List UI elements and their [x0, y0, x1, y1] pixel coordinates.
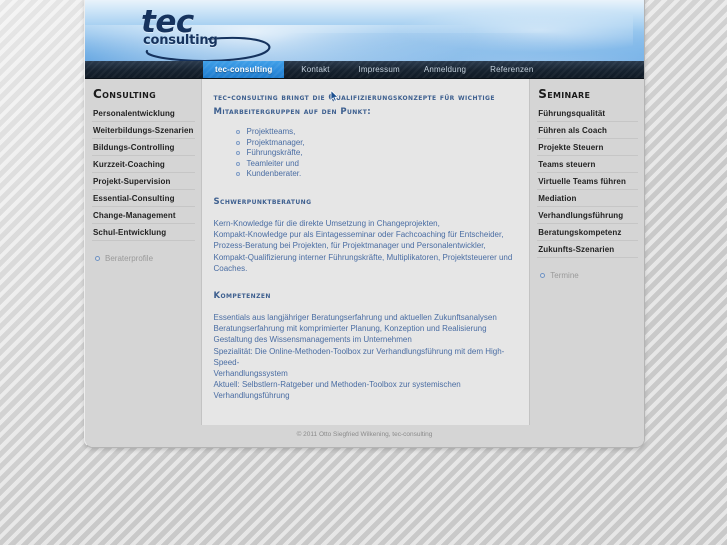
- nav-tab-impressum[interactable]: Impressum: [346, 61, 411, 78]
- paragraph-line: Aktuell: Selbstlern-Ratgeber und Methode…: [213, 380, 461, 390]
- sidebar-left-list: Personalentwicklung Weiterbildungs-Szena…: [92, 105, 195, 241]
- list-item: Projektmanager,: [235, 137, 518, 149]
- sidebar-item-change-management[interactable]: Change-Management: [92, 207, 195, 224]
- sidebar-item-personalentwicklung[interactable]: Personalentwicklung: [92, 105, 195, 122]
- circle-bullet-icon: [235, 172, 240, 177]
- site-container: tec consulting tec-consulting Kontakt Im…: [84, 0, 645, 448]
- mouse-cursor-icon: [330, 90, 339, 102]
- paragraph-line: Coaches.: [213, 263, 248, 273]
- list-item: Führungskräfte,: [235, 148, 518, 159]
- paragraph-line: Beratungserfahrung mit komprimierter Pla…: [213, 324, 487, 334]
- circle-bullet-icon: [235, 130, 240, 134]
- sidebar-left: Consulting Personalentwicklung Weiterbil…: [85, 79, 201, 425]
- sidebar-left-sublist: Beraterprofile: [92, 252, 195, 265]
- paragraph-line: Prozess-Beratung bei Projekten, für Proj…: [213, 241, 486, 251]
- target-groups-list: Projektteams, Projektmanager, Führungskr…: [235, 127, 518, 180]
- nav-tab-kontakt[interactable]: Kontakt: [284, 61, 346, 78]
- copyright-text: © 2011 Otto Siegfried Wilkening, tec-con…: [296, 431, 433, 438]
- sidebar-item-verhandlungsfuehrung[interactable]: Verhandlungsführung: [537, 207, 638, 224]
- list-item: Projektteams,: [235, 127, 518, 138]
- paragraph-line: Gestaltung des Wissensmanagements im Unt…: [213, 335, 412, 345]
- intro-heading-line-2: Mitarbeitergruppen auf den Punkt:: [213, 107, 372, 117]
- paragraph-line: Spezialität: Die Online-Methoden-Toolbox…: [213, 346, 505, 367]
- content-columns: Consulting Personalentwicklung Weiterbil…: [85, 79, 644, 425]
- paragraph-line: Kern-Knowledge für die direkte Umsetzung…: [213, 218, 440, 228]
- sidebar-right-sublist: Termine: [537, 269, 638, 282]
- sidebar-item-weiterbildungs-szenarien[interactable]: Weiterbildungs-Szenarien: [92, 122, 195, 139]
- sidebar-item-schul-entwicklung[interactable]: Schul-Entwicklung: [92, 224, 195, 241]
- sidebar-item-virtuelle-teams-fuehren[interactable]: Virtuelle Teams führen: [537, 173, 638, 190]
- sidebar-item-kurzzeit-coaching[interactable]: Kurzzeit-Coaching: [92, 156, 195, 173]
- list-item-label: Projektmanager,: [246, 137, 305, 147]
- paragraph-line: Essentials aus langjähriger Beratungserf…: [213, 312, 497, 322]
- sidebar-right-title: Seminare: [538, 87, 591, 101]
- site-footer: © 2011 Otto Siegfried Wilkening, tec-con…: [85, 425, 644, 447]
- logo-text-secondary: consulting: [143, 33, 218, 48]
- sidebar-item-fuehrungsqualitaet[interactable]: Führungsqualität: [537, 105, 638, 122]
- sidebar-item-beratungskompetenz[interactable]: Beratungskompetenz: [537, 224, 638, 241]
- sidebar-item-projekte-steuern[interactable]: Projekte Steuern: [537, 139, 638, 156]
- sidebar-subitem-beraterprofile[interactable]: Beraterprofile: [92, 252, 195, 265]
- paragraph-line: Verhandlungssystem: [213, 369, 288, 378]
- circle-bullet-icon: [235, 140, 240, 145]
- paragraph-line: Kompakt-Knowledge pur als Eintagessemina…: [213, 230, 504, 240]
- nav-tab-tec-consulting[interactable]: tec-consulting: [203, 61, 284, 78]
- sidebar-item-bildungs-controlling[interactable]: Bildungs-Controlling: [92, 139, 195, 156]
- circle-bullet-icon: [235, 151, 240, 156]
- sidebar-item-zukunfts-szenarien[interactable]: Zukunfts-Szenarien: [537, 241, 638, 258]
- section-body-schwerpunktberatung: Kern-Knowledge für die direkte Umsetzung…: [214, 218, 518, 274]
- list-item: Kundenberater.: [235, 169, 518, 180]
- site-logo[interactable]: tec consulting: [141, 7, 321, 61]
- sidebar-item-projekt-supervision[interactable]: Projekt-Supervision: [92, 173, 195, 190]
- circle-bullet-icon: [235, 161, 240, 166]
- nav-tab-anmeldung[interactable]: Anmeldung: [412, 61, 478, 78]
- sidebar-subitem-label: Termine: [550, 271, 579, 280]
- sidebar-left-title: Consulting: [93, 87, 157, 101]
- sidebar-item-teams-steuern[interactable]: Teams steuern: [537, 156, 638, 173]
- main-content: tec-consulting bringt die Qualifizierung…: [200, 79, 531, 425]
- paragraph-line: Kompakt-Qualifizierung interner Führungs…: [213, 252, 513, 262]
- list-item-label: Kundenberater.: [246, 169, 302, 179]
- intro-heading: tec-consulting bringt die Qualifizierung…: [213, 90, 518, 119]
- sidebar-item-fuehren-als-coach[interactable]: Führen als Coach: [537, 122, 638, 139]
- sidebar-right: Seminare Führungsqualität Führen als Coa…: [530, 79, 644, 425]
- site-header-banner: tec consulting: [85, 0, 644, 61]
- list-item-label: Projektteams,: [246, 127, 296, 136]
- sidebar-item-mediation[interactable]: Mediation: [537, 190, 638, 207]
- section-heading-schwerpunktberatung: Schwerpunktberatung: [213, 196, 312, 207]
- nav-tab-referenzen[interactable]: Referenzen: [478, 61, 545, 78]
- intro-heading-line-1: tec-consulting bringt die Qualifizierung…: [213, 93, 495, 103]
- section-body-kompetenzen: Essentials aus langjähriger Beratungserf…: [214, 312, 518, 402]
- sidebar-subitem-label: Beraterprofile: [105, 254, 154, 263]
- circle-bullet-icon: [540, 273, 546, 278]
- main-navigation[interactable]: tec-consulting Kontakt Impressum Anmeldu…: [85, 61, 644, 79]
- sidebar-item-essential-consulting[interactable]: Essential-Consulting: [92, 190, 195, 207]
- list-item-label: Führungskräfte,: [246, 148, 303, 158]
- sidebar-subitem-termine[interactable]: Termine: [537, 269, 638, 282]
- section-heading-kompetenzen: Kompetenzen: [213, 290, 271, 301]
- circle-bullet-icon: [95, 256, 100, 261]
- list-item-label: Teamleiter und: [246, 158, 299, 168]
- paragraph-line: Verhandlungsführung: [213, 391, 290, 401]
- sidebar-right-list: Führungsqualität Führen als Coach Projek…: [537, 105, 638, 258]
- list-item: Teamleiter und: [235, 158, 518, 170]
